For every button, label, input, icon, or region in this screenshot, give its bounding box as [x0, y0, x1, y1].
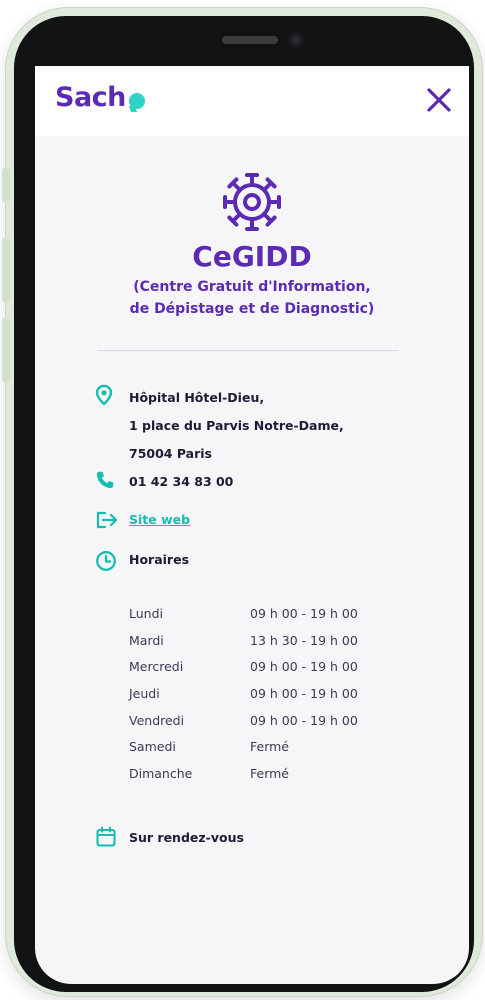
hours-day: Mardi — [129, 632, 164, 648]
hours-time: Fermé — [250, 739, 289, 755]
close-button[interactable] — [423, 84, 455, 116]
divider — [97, 350, 399, 351]
hours-time: Fermé — [250, 766, 289, 782]
external-link-icon — [96, 511, 118, 529]
address: Hôpital Hôtel-Dieu, 1 place du Parvis No… — [129, 384, 344, 468]
phone-side-button — [2, 318, 10, 382]
hours-time: 09 h 00 - 19 h 00 — [250, 606, 358, 621]
calendar-icon — [96, 826, 116, 847]
hours-time: 13 h 30 - 19 h 00 — [250, 632, 358, 648]
website-link[interactable]: Site web — [129, 512, 190, 527]
hours-title: Horaires — [129, 552, 190, 567]
close-icon — [427, 88, 451, 112]
hours-day: Samedi — [129, 739, 176, 755]
logo-bubble-icon — [129, 93, 145, 109]
phone-side-button — [2, 238, 10, 302]
hours-day: Dimanche — [129, 766, 193, 782]
sacha-logo: Sach — [55, 82, 126, 113]
phone-number[interactable]: 01 42 34 83 00 — [129, 474, 233, 489]
hours-day: Jeudi — [129, 686, 160, 702]
hours-day: Lundi — [129, 606, 163, 621]
address-line: 75004 Paris — [129, 446, 212, 461]
hours-day: Vendredi — [129, 712, 185, 728]
virus-icon — [223, 173, 281, 231]
phone-camera — [288, 32, 304, 48]
page-title: CeGIDD — [192, 240, 312, 273]
hours-time: 09 h 00 - 19 h 00 — [250, 686, 358, 702]
hours-time: 09 h 00 - 19 h 00 — [250, 712, 358, 728]
subtitle-line: de Dépistage et de Diagnostic) — [129, 301, 375, 317]
appointment-label: Sur rendez-vous — [129, 830, 244, 845]
page-subtitle: (Centre Gratuit d'Information, de Dépist… — [35, 276, 469, 320]
phone-icon — [96, 471, 114, 489]
hours-day: Mercredi — [129, 659, 184, 675]
hours-time: 09 h 00 - 19 h 00 — [250, 659, 358, 675]
location-pin-icon — [95, 384, 113, 406]
phone-speaker — [222, 36, 278, 44]
address-line: Hôpital Hôtel-Dieu, — [129, 390, 265, 405]
app-screen: Sach CeGIDD (Centre Gratuit d'Informatio… — [35, 66, 469, 984]
app-header: Sach — [35, 66, 469, 136]
address-line: 1 place du Parvis Notre-Dame, — [129, 418, 344, 433]
clock-icon — [96, 551, 116, 571]
subtitle-line: (Centre Gratuit d'Information, — [133, 279, 371, 295]
phone-side-button — [2, 168, 10, 202]
